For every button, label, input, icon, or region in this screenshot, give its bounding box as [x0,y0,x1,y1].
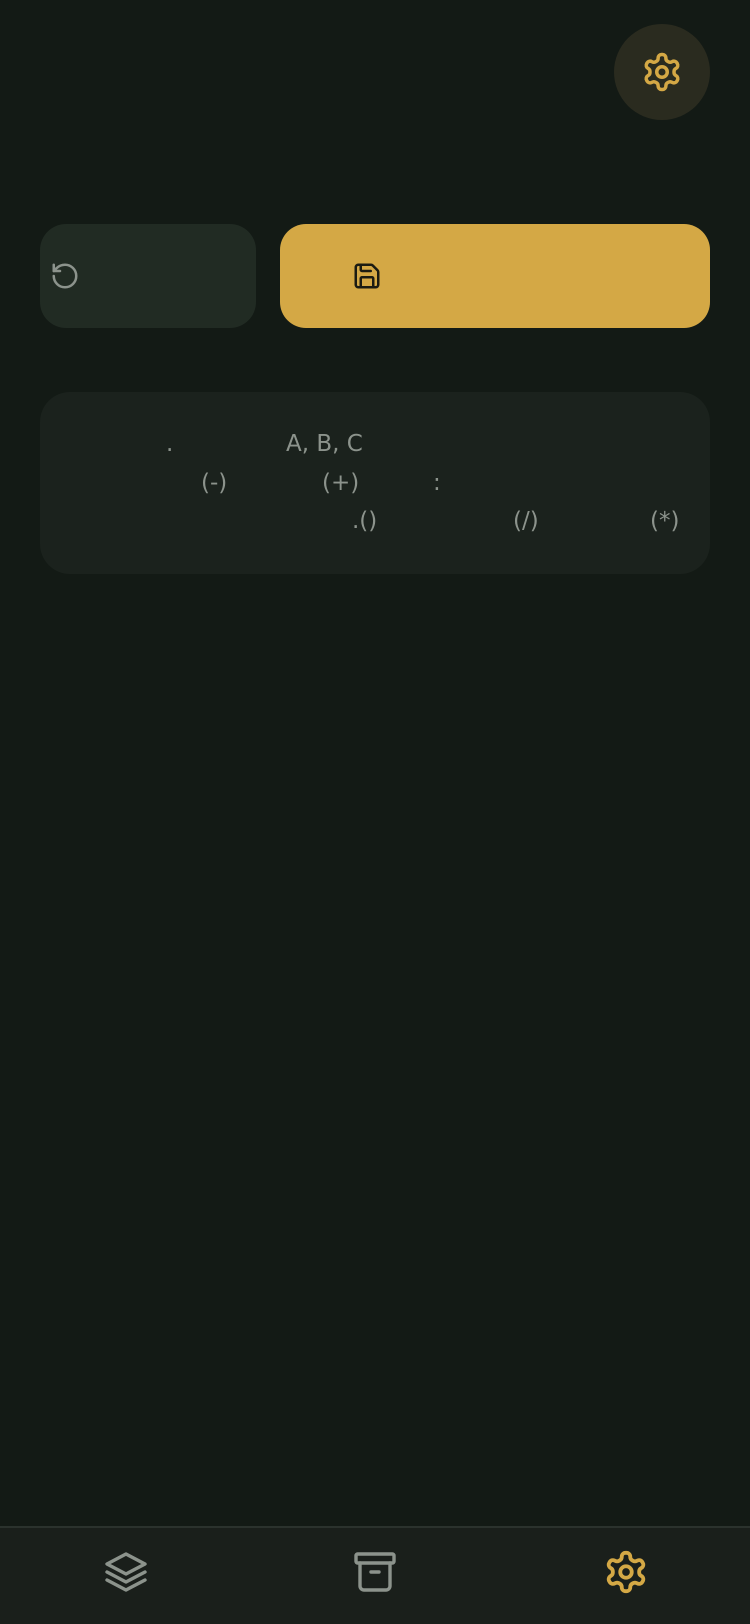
hint-fragment: : [433,470,441,496]
layers-icon [105,1552,147,1592]
save-button[interactable] [280,224,710,328]
hint-fragment: (+) [322,470,360,496]
hint-fragment: . [166,431,174,457]
bottom-nav [0,1526,750,1624]
hint-fragment: (*) [650,508,680,534]
reset-button[interactable] [40,224,256,328]
screen: . A, B, C (-) (+) : .() (/) (*) [0,0,750,1624]
hint-fragment: (/) [513,508,539,534]
hint-fragment: (-) [201,470,228,496]
hint-fragment: A, B, C [286,431,363,457]
gear-icon [644,52,680,92]
rotate-ccw-icon [52,263,78,289]
gear-icon [606,1550,646,1594]
nav-item-archive[interactable] [345,1542,405,1602]
settings-button[interactable] [614,24,710,120]
hint-fragment: .() [352,508,378,534]
nav-item-settings[interactable] [596,1542,656,1602]
info-card: . A, B, C (-) (+) : .() (/) (*) [40,392,710,574]
save-icon [354,263,380,289]
nav-item-layers[interactable] [96,1542,156,1602]
archive-icon [354,1552,396,1592]
